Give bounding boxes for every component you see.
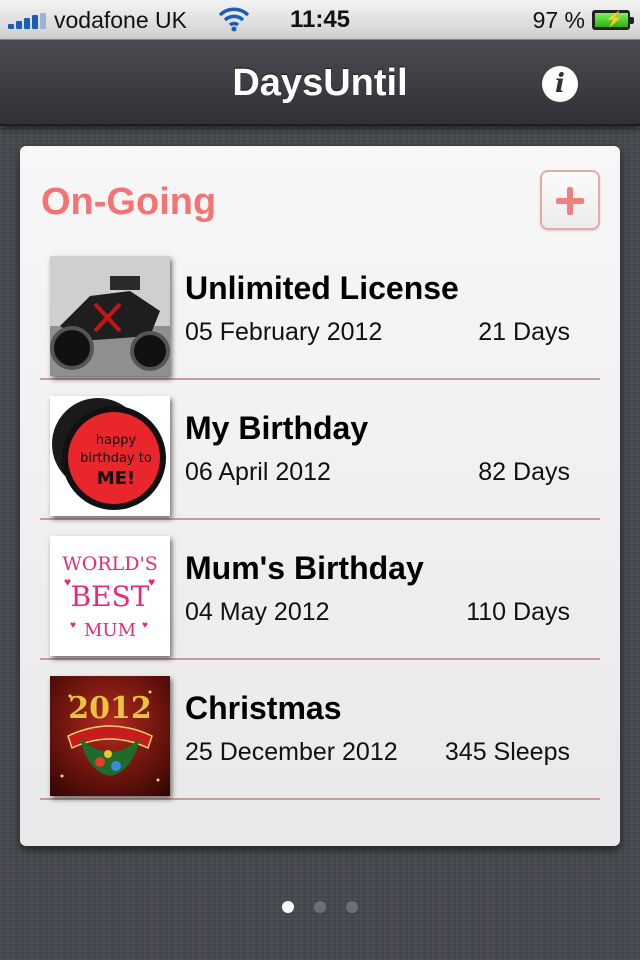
mum-text-line-2: BEST	[71, 580, 150, 613]
event-countdown: 82 Days	[478, 458, 570, 486]
event-list: Unlimited License 05 February 2012 21 Da…	[40, 240, 600, 800]
event-countdown: 110 Days	[466, 598, 570, 626]
svg-text:♥: ♥	[70, 620, 76, 631]
badge-text-line-3: ME!	[97, 468, 135, 489]
event-countdown: 21 Days	[478, 318, 570, 346]
event-row-unlimited-license[interactable]: Unlimited License 05 February 2012 21 Da…	[40, 240, 600, 380]
battery-icon: ⚡	[592, 10, 634, 30]
svg-text:♥: ♥	[64, 575, 71, 589]
page-dot-1[interactable]	[281, 901, 294, 913]
page-indicator[interactable]	[0, 900, 640, 913]
section-title: On-Going	[41, 181, 217, 223]
event-date: 25 December 2012	[185, 738, 398, 766]
svg-text:♥: ♥	[148, 575, 155, 589]
charging-bolt-icon: ⚡	[605, 11, 624, 28]
birthday-badge-thumbnail: happy birthday to ME!	[50, 396, 170, 516]
event-name: Mum's Birthday	[185, 550, 424, 586]
event-row-my-birthday[interactable]: happy birthday to ME! My Birthday 06 Apr…	[40, 380, 600, 520]
xmas-year-text: 2012	[68, 691, 152, 726]
page-dot-2[interactable]	[314, 901, 326, 913]
christmas-thumbnail: 2012	[50, 676, 170, 796]
mum-text-line-1: WORLD'S	[62, 553, 158, 575]
events-card: On-Going Unlimited License 05 February 2…	[20, 146, 620, 846]
page-dot-3[interactable]	[346, 901, 359, 913]
status-bar: vodafone UK 11:45 97 % ⚡	[0, 0, 640, 40]
badge-text-line-2: birthday to	[80, 451, 152, 466]
event-date: 04 May 2012	[185, 598, 330, 626]
event-date: 05 February 2012	[185, 318, 383, 346]
event-row-mums-birthday[interactable]: WORLD'S BEST MUM ♥ ♥ ♥ ♥ Mum's Birthday …	[40, 520, 600, 660]
mum-text-line-3: MUM	[84, 620, 136, 641]
event-name: Unlimited License	[185, 270, 459, 306]
navigation-bar: DaysUntil i	[0, 40, 640, 126]
battery-percentage: 97 %	[532, 7, 585, 33]
svg-text:♥: ♥	[142, 620, 148, 631]
add-event-button[interactable]	[540, 170, 600, 230]
motorcycle-thumbnail	[50, 256, 170, 376]
info-button[interactable]: i	[542, 66, 578, 102]
worlds-best-mum-thumbnail: WORLD'S BEST MUM ♥ ♥ ♥ ♥	[50, 536, 170, 656]
event-name: My Birthday	[185, 410, 369, 446]
event-name: Christmas	[185, 690, 342, 726]
event-row-christmas[interactable]: 2012 Christmas 25 December 2012 345 Slee…	[40, 660, 600, 800]
badge-text-line-1: happy	[96, 433, 137, 448]
event-countdown: 345 Sleeps	[444, 738, 570, 766]
event-date: 06 April 2012	[185, 458, 331, 486]
